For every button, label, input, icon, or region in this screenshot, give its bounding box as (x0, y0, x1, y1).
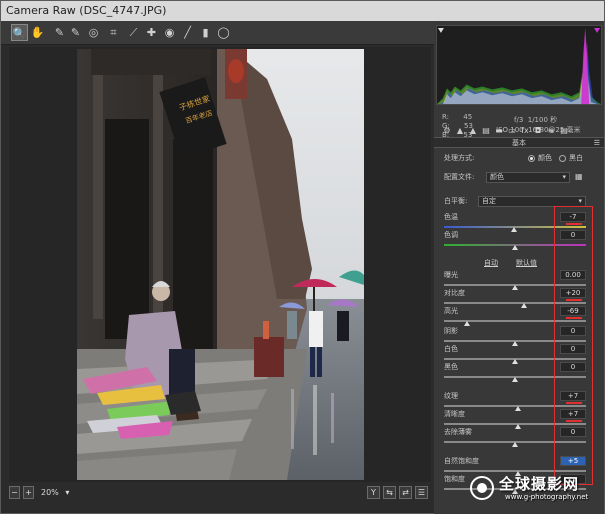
profile-browser-icon[interactable]: ▦ (575, 172, 585, 182)
targeted-adjustment-tool-icon[interactable]: ◎ (85, 24, 102, 41)
watermark: 全球摄影网 www.g-photography.net (441, 471, 605, 514)
radial-filter-tool-icon[interactable]: ◯ (215, 24, 232, 41)
fx-icon[interactable]: fx (520, 125, 530, 136)
chevron-down-icon: ▾ (562, 173, 566, 181)
texture-slider-thumb[interactable] (514, 406, 521, 411)
crop-tool-icon[interactable]: ⌗ (105, 24, 122, 41)
white-balance-value: 自定 (482, 197, 496, 205)
right-panel: R: 45 G: 53 B: 53 f/3 1/100 秒 ISO 100 16… (434, 21, 604, 514)
treatment-bw-label: 黑白 (569, 154, 583, 162)
photo-preview[interactable]: 子栋世家 百年老店 (77, 49, 364, 480)
straighten-tool-icon[interactable]: ⟋ (125, 24, 142, 41)
detail-icon[interactable]: ▲ (468, 125, 478, 136)
hand-tool-icon[interactable]: ✋ (29, 24, 46, 41)
contrast-slider-thumb[interactable] (520, 303, 527, 308)
dehaze-slider-thumb[interactable] (512, 442, 518, 447)
panel-tabs: ⚙ ▲ ▲ ▤ ▬ ▭ fx ◘ ≡ ▤ (436, 125, 602, 137)
highlights-slider-thumb[interactable] (463, 321, 470, 326)
graduated-filter-tool-icon[interactable]: ▮ (197, 24, 214, 41)
whites-slider-thumb[interactable] (512, 359, 518, 364)
color-sampler-tool-icon[interactable]: ✎ (67, 24, 84, 41)
temperature-slider-thumb[interactable] (510, 227, 517, 232)
treatment-bw-radio[interactable] (559, 155, 566, 162)
treatment-color-radio[interactable] (528, 155, 535, 162)
default-link[interactable]: 默认值 (516, 259, 537, 268)
blacks-label: 黑色 (444, 363, 458, 371)
calibration-icon[interactable]: ◘ (533, 125, 543, 136)
window-title: Camera Raw (DSC_4747.JPG) (6, 4, 167, 17)
shadow-clipping-warning-icon[interactable] (437, 27, 444, 33)
presets-icon[interactable]: ≡ (546, 125, 556, 136)
swap-settings-button[interactable]: ⇆ (383, 486, 396, 499)
dehaze-label: 去除薄雾 (444, 428, 472, 436)
tone-curve-icon[interactable]: ▲ (455, 125, 465, 136)
tint-slider-thumb[interactable] (512, 245, 518, 250)
treatment-color-label: 颜色 (538, 154, 552, 162)
treatment-label: 处理方式: (444, 154, 475, 162)
histogram (436, 25, 602, 105)
aperture: f/3 (514, 116, 524, 124)
section-title: 基本 (512, 139, 526, 147)
shadows-label: 阴影 (444, 327, 458, 335)
camera-raw-window: Camera Raw (DSC_4747.JPG) 🔍✋✎✎◎⌗⟋✚◉╱▮◯⇱ (0, 0, 605, 514)
title-bar: Camera Raw (DSC_4747.JPG) (1, 1, 604, 21)
split-toning-icon[interactable]: ▬ (494, 125, 504, 136)
tint-label: 色调 (444, 231, 458, 239)
white-balance-tool-icon[interactable]: ✎ (51, 24, 68, 41)
vibrance-label: 自然饱和度 (444, 457, 479, 465)
watermark-title: 全球摄影网 (499, 475, 580, 493)
zoom-level-select[interactable]: 20% ▾ (41, 486, 75, 499)
r-label: R: (442, 113, 450, 121)
temperature-label: 色温 (444, 213, 458, 221)
shutter-speed: 1/100 秒 (527, 116, 558, 124)
lens-icon[interactable]: ▭ (507, 125, 517, 136)
aperture-icon[interactable]: ⚙ (442, 125, 452, 136)
adjustment-brush-tool-icon[interactable]: ╱ (179, 24, 196, 41)
watermark-logo-icon (470, 476, 494, 500)
exposure-slider-thumb[interactable] (512, 285, 518, 290)
toggle-defaults-button[interactable]: ☰ (415, 486, 428, 499)
texture-label: 纹理 (444, 392, 458, 400)
blacks-slider-thumb[interactable] (512, 377, 518, 382)
annotation-rectangle (554, 206, 593, 485)
spot-removal-tool-icon[interactable]: ✚ (143, 24, 160, 41)
chevron-down-icon: ▾ (65, 488, 70, 497)
chevron-down-icon: ▾ (578, 197, 582, 205)
contrast-label: 对比度 (444, 289, 465, 297)
highlight-clipping-warning-icon[interactable] (594, 27, 601, 33)
whites-label: 白色 (444, 345, 458, 353)
clarity-label: 清晰度 (444, 410, 465, 418)
zoom-tool-icon[interactable]: 🔍 (11, 24, 28, 41)
watermark-url: www.g-photography.net (505, 493, 589, 501)
zoom-out-button[interactable]: − (9, 486, 20, 499)
copy-settings-button[interactable]: ⇄ (399, 486, 412, 499)
bottom-bar: − + 20% ▾ Y ⇆ ⇄ ☰ (1, 484, 431, 501)
hsl-icon[interactable]: ▤ (481, 125, 491, 136)
auto-link[interactable]: 自动 (484, 259, 498, 268)
highlights-label: 高光 (444, 307, 458, 315)
profile-label: 配置文件: (444, 173, 475, 181)
profile-select[interactable]: 颜色 ▾ (486, 172, 570, 183)
clarity-slider-thumb[interactable] (514, 424, 521, 429)
before-after-view-button[interactable]: Y (367, 486, 380, 499)
section-header: 基本 ☰ (434, 137, 604, 148)
shadows-slider-thumb[interactable] (512, 341, 518, 346)
red-eye-tool-icon[interactable]: ◉ (161, 24, 178, 41)
r-value: 45 (463, 113, 473, 121)
zoom-in-button[interactable]: + (23, 486, 34, 499)
zoom-level-value: 20% (41, 488, 59, 497)
snapshots-icon[interactable]: ▤ (559, 125, 569, 136)
menu-icon[interactable]: ☰ (594, 138, 600, 149)
white-balance-label: 白平衡: (444, 197, 468, 205)
exposure-label: 曝光 (444, 271, 458, 279)
profile-value: 颜色 (490, 173, 504, 181)
image-preview-area: 子栋世家 百年老店 (9, 47, 431, 482)
